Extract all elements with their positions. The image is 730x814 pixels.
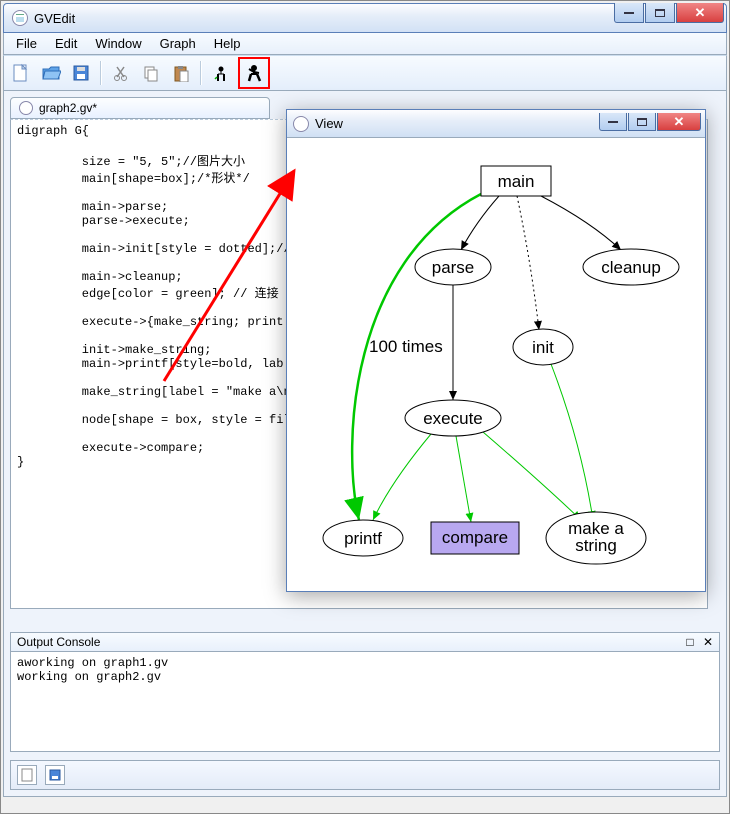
node-init: init bbox=[532, 338, 554, 357]
view-close-button[interactable]: ✕ bbox=[657, 113, 701, 131]
new-file-button[interactable] bbox=[8, 60, 34, 86]
status-save-button[interactable] bbox=[45, 765, 65, 785]
save-button[interactable] bbox=[68, 60, 94, 86]
close-button[interactable]: ✕ bbox=[676, 3, 724, 23]
node-main: main bbox=[498, 172, 535, 191]
output-console: Output Console □ ✕ aworking on graph1.gv… bbox=[10, 632, 720, 752]
menu-window[interactable]: Window bbox=[87, 34, 149, 53]
run-button[interactable] bbox=[241, 60, 267, 86]
run-button-highlight bbox=[238, 57, 270, 89]
status-doc-button[interactable] bbox=[17, 765, 37, 785]
doc-icon bbox=[19, 101, 33, 115]
view-maximize-button[interactable] bbox=[628, 113, 656, 131]
menu-file[interactable]: File bbox=[8, 34, 45, 53]
menu-help[interactable]: Help bbox=[206, 34, 249, 53]
node-printf: printf bbox=[344, 529, 382, 548]
view-minimize-button[interactable] bbox=[599, 113, 627, 131]
console-controls: □ ✕ bbox=[686, 635, 713, 649]
node-make-string-l2: string bbox=[575, 536, 617, 555]
cut-button[interactable] bbox=[108, 60, 134, 86]
node-parse: parse bbox=[432, 258, 475, 277]
console-close-button[interactable]: ✕ bbox=[703, 635, 713, 649]
status-bar bbox=[10, 760, 720, 790]
toolbar bbox=[3, 55, 727, 91]
content-area: graph2.gv* digraph G{ size = "5, 5";//图片… bbox=[3, 91, 727, 797]
edge-label: 100 times bbox=[369, 337, 443, 356]
editor-tab[interactable]: graph2.gv* bbox=[10, 97, 270, 119]
menu-bar: File Edit Window Graph Help bbox=[3, 33, 727, 55]
toolbar-separator bbox=[100, 61, 102, 85]
window-titlebar: GVEdit ✕ bbox=[3, 3, 727, 33]
open-file-button[interactable] bbox=[38, 60, 64, 86]
view-title: View bbox=[315, 116, 343, 131]
node-cleanup: cleanup bbox=[601, 258, 661, 277]
node-compare: compare bbox=[442, 528, 508, 547]
menu-graph[interactable]: Graph bbox=[152, 34, 204, 53]
graph-view-window[interactable]: View ✕ 100 tim bbox=[286, 109, 706, 592]
app-icon bbox=[12, 10, 28, 26]
toolbar-separator bbox=[200, 61, 202, 85]
view-titlebar[interactable]: View ✕ bbox=[287, 110, 705, 138]
layout-button[interactable] bbox=[208, 60, 234, 86]
graph-canvas: 100 times main parse cleanup bbox=[287, 138, 705, 591]
editor-tab-label: graph2.gv* bbox=[39, 101, 97, 115]
maximize-button[interactable] bbox=[645, 3, 675, 23]
node-execute: execute bbox=[423, 409, 483, 428]
console-output[interactable]: aworking on graph1.gv working on graph2.… bbox=[10, 652, 720, 752]
copy-button[interactable] bbox=[138, 60, 164, 86]
app-icon bbox=[293, 116, 309, 132]
minimize-button[interactable] bbox=[614, 3, 644, 23]
console-title: Output Console bbox=[17, 635, 100, 649]
paste-button[interactable] bbox=[168, 60, 194, 86]
console-dock-button[interactable]: □ bbox=[686, 635, 693, 649]
menu-edit[interactable]: Edit bbox=[47, 34, 85, 53]
window-title: GVEdit bbox=[34, 11, 75, 26]
